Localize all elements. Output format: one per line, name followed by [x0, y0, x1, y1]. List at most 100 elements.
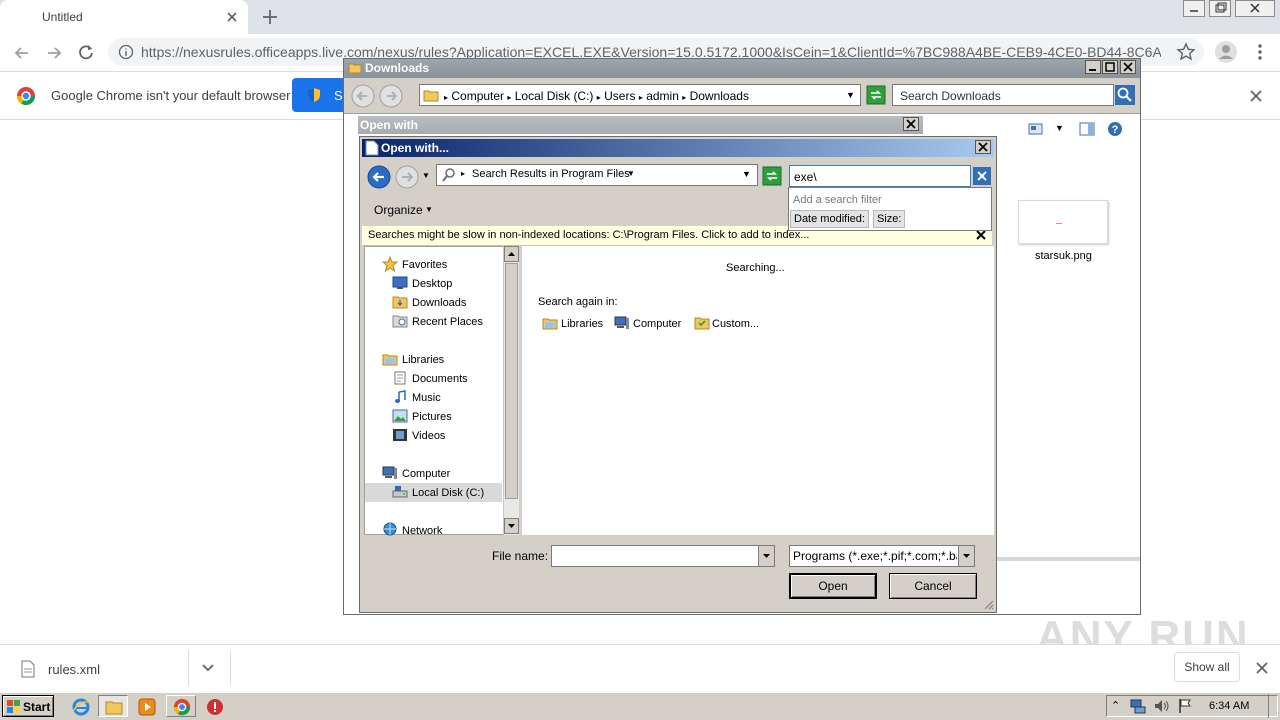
close-window-icon[interactable] [1235, 0, 1275, 17]
explorer-taskbar-button[interactable] [98, 695, 128, 717]
breadcrumb: ▸ Computer ▸ Local Disk (C:) ▸ Users ▸ a… [444, 89, 749, 103]
xml-file-icon [20, 660, 36, 678]
clear-search-icon[interactable] [973, 167, 991, 185]
filter-size[interactable]: Size: [873, 210, 906, 228]
refresh-icon[interactable] [866, 85, 886, 105]
dialog-refresh-icon[interactable] [762, 166, 782, 186]
browser-tab[interactable] [0, 0, 248, 34]
back-icon[interactable] [12, 43, 32, 63]
forward-icon[interactable] [44, 43, 64, 63]
tree-music[interactable]: Music [412, 392, 441, 404]
tree-recent-places[interactable]: Recent Places [412, 316, 483, 328]
downloads-close-icon[interactable] [1120, 60, 1136, 74]
start-button[interactable]: Start [2, 695, 54, 717]
tree-documents[interactable]: Documents [412, 373, 468, 385]
downloads-search-icon[interactable] [1115, 85, 1135, 105]
tray-flag-icon[interactable] [1177, 698, 1193, 714]
downloads-maximize-icon[interactable] [1102, 60, 1118, 74]
breadcrumb-computer[interactable]: Computer [451, 89, 504, 103]
download-shelf-close-icon[interactable] [1254, 660, 1270, 676]
music-icon [392, 390, 408, 404]
downloads-titlebar[interactable] [344, 59, 1140, 78]
file-type-dropdown-icon[interactable] [958, 546, 974, 566]
breadcrumb-users[interactable]: Users [604, 89, 635, 103]
tree-videos[interactable]: Videos [412, 430, 445, 442]
open-with-close-icon[interactable] [903, 117, 919, 131]
downloads-search-input[interactable]: Search Downloads [892, 84, 1114, 106]
tray-expand-icon[interactable]: ⌃ [1111, 699, 1120, 712]
minimize-icon[interactable] [1183, 0, 1205, 17]
stop-taskbar-icon[interactable] [206, 698, 224, 716]
cancel-button[interactable]: Cancel [889, 573, 977, 599]
scroll-thumb[interactable] [505, 263, 518, 499]
downloads-folder-icon [392, 295, 408, 309]
bookmark-star-icon[interactable] [1176, 42, 1196, 62]
breadcrumb-downloads[interactable]: Downloads [690, 89, 749, 103]
tab-close-icon[interactable] [224, 9, 240, 25]
downloads-back-icon[interactable] [350, 83, 376, 109]
file-name-label[interactable]: starsuk.png [1035, 250, 1092, 262]
file-dialog-title: Open with... [381, 141, 449, 155]
tree-desktop[interactable]: Desktop [412, 278, 452, 290]
dialog-address-dropdown-icon[interactable]: ▼ [742, 169, 751, 179]
show-all-button[interactable]: Show all [1174, 652, 1240, 682]
restore-icon[interactable] [1209, 0, 1231, 17]
file-name-dropdown-icon[interactable] [758, 546, 774, 566]
open-button[interactable]: Open [789, 573, 877, 599]
tree-local-disk[interactable]: Local Disk (C:) [412, 487, 484, 499]
breadcrumb-admin[interactable]: admin [646, 89, 679, 103]
organize-button[interactable]: Organize ▼ [368, 200, 438, 220]
search-again-computer[interactable]: Computer [633, 318, 681, 330]
ie-taskbar-icon[interactable] [72, 698, 90, 716]
downloads-forward-icon[interactable] [378, 83, 404, 109]
view-options-icon[interactable] [1028, 122, 1044, 136]
tray-clock[interactable]: 6:34 AM [1209, 700, 1249, 712]
reload-icon[interactable] [76, 42, 96, 62]
resize-grip-icon[interactable] [982, 598, 994, 610]
tree-favorites[interactable]: Favorites [402, 259, 447, 271]
media-player-taskbar-icon[interactable] [138, 698, 156, 716]
preview-pane-icon[interactable] [1079, 121, 1095, 137]
chrome-taskbar-button[interactable] [166, 695, 196, 717]
filter-date-modified[interactable]: Date modified: [790, 210, 869, 228]
address-dropdown-icon[interactable]: ▼ [846, 90, 855, 100]
download-file-name[interactable]: rules.xml [48, 662, 100, 677]
tree-libraries[interactable]: Libraries [402, 354, 444, 366]
uac-shield-icon [306, 87, 322, 103]
dialog-address-bar[interactable]: ▸ Search Results in Program Files ▼ ▼ [436, 164, 758, 186]
dialog-history-dropdown-icon[interactable]: ▼ [422, 171, 430, 180]
tree-downloads[interactable]: Downloads [412, 297, 466, 309]
chrome-menu-icon[interactable] [1250, 42, 1270, 62]
file-dialog-titlebar[interactable] [362, 139, 994, 157]
new-tab-icon[interactable] [260, 7, 280, 27]
downloads-minimize-icon[interactable] [1085, 60, 1101, 74]
dialog-forward-icon[interactable] [394, 164, 420, 190]
file-thumbnail[interactable] [1018, 200, 1108, 244]
infobar-close-icon[interactable] [1248, 88, 1264, 104]
search-again-libraries[interactable]: Libraries [561, 318, 603, 330]
file-type-select[interactable]: Programs (*.exe;*.pif;*.com;*.ba [789, 545, 975, 567]
tree-computer[interactable]: Computer [402, 468, 450, 480]
navigation-scrollbar[interactable] [503, 246, 519, 535]
tray-volume-icon[interactable] [1153, 698, 1171, 714]
breadcrumb-local-disk[interactable]: Local Disk (C:) [515, 89, 594, 103]
scroll-up-icon[interactable] [504, 246, 519, 262]
tree-pictures[interactable]: Pictures [412, 411, 452, 423]
view-dropdown-icon[interactable]: ▼ [1055, 123, 1064, 133]
file-name-input[interactable] [551, 545, 775, 567]
tray-network-icon[interactable] [1129, 698, 1147, 714]
show-all-label: Show all [1184, 660, 1230, 674]
profile-avatar-icon[interactable] [1214, 40, 1238, 64]
show-desktop-button[interactable] [1268, 694, 1278, 718]
open-with-titlebar[interactable] [358, 116, 923, 134]
search-again-custom[interactable]: Custom... [712, 318, 759, 330]
help-icon[interactable]: ? [1107, 121, 1123, 137]
dialog-back-icon[interactable] [366, 164, 392, 190]
file-dialog-close-icon[interactable] [975, 140, 991, 154]
dialog-search-input[interactable]: exe\ [789, 165, 971, 187]
download-options-button[interactable] [188, 650, 226, 686]
search-again-custom-icon [694, 316, 710, 330]
tree-network[interactable]: Network [402, 525, 442, 537]
scroll-down-icon[interactable] [504, 518, 519, 534]
site-info-icon[interactable] [118, 44, 134, 60]
